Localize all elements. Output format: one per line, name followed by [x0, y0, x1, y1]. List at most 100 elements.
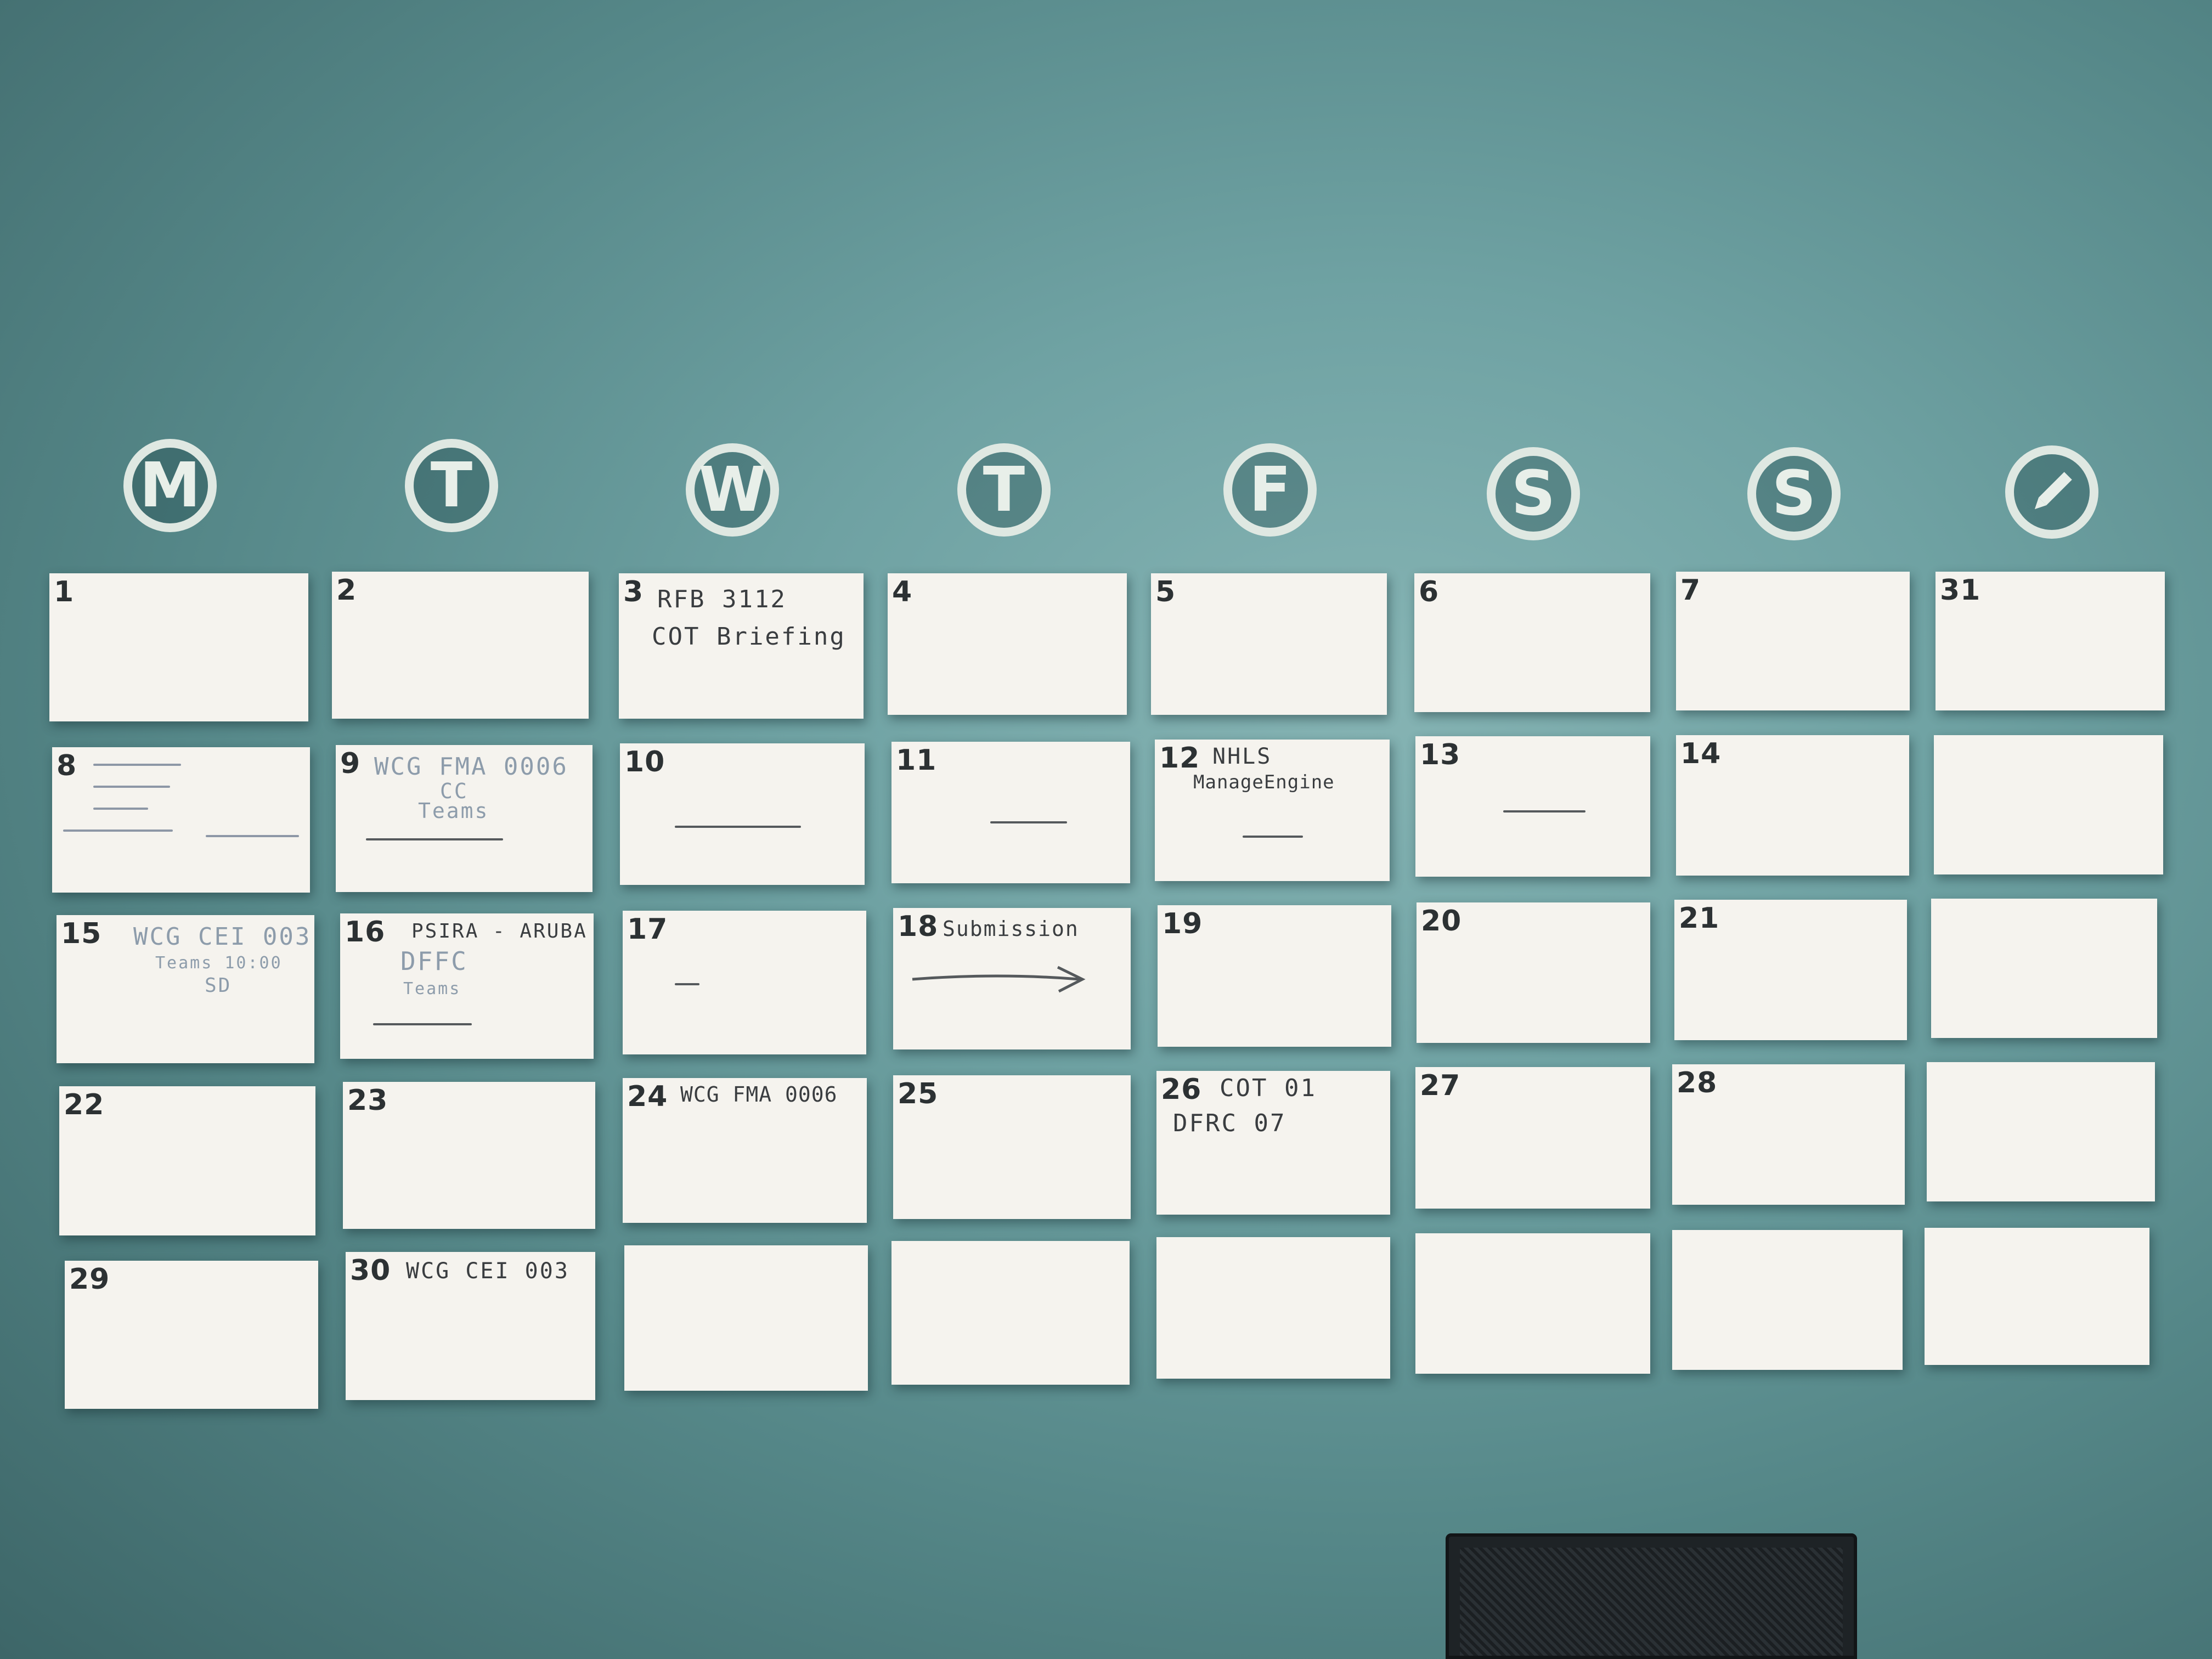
- calendar-day-29: 29: [65, 1261, 318, 1409]
- calendar-day-19: 19: [1158, 905, 1391, 1047]
- handwritten-note: Teams: [418, 799, 489, 823]
- calendar-day-8: 8: [52, 747, 310, 893]
- day-number: 8: [57, 749, 77, 782]
- day-number: 13: [1420, 738, 1461, 771]
- arrow-icon: [912, 966, 1086, 993]
- handwritten-note: WCG FMA 0006: [374, 753, 568, 781]
- handwritten-note: PSIRA - ARUBA: [411, 920, 588, 943]
- handwritten-note: DFFC: [400, 946, 468, 976]
- handwritten-note: WCG CEI 003: [133, 923, 312, 951]
- calendar-day-13: 13: [1415, 736, 1650, 877]
- handwritten-note: Teams: [403, 979, 461, 998]
- notes-card: [1927, 1062, 2155, 1201]
- calendar-day-25: 25: [893, 1075, 1131, 1219]
- calendar-day-15: 15 WCG CEI 003 Teams 10:00 SD: [57, 915, 314, 1063]
- friday-header-icon: F: [1223, 443, 1317, 537]
- calendar-day-2: 2: [332, 572, 589, 719]
- day-number: 10: [624, 746, 665, 778]
- office-chair: [1446, 1533, 1857, 1659]
- calendar-day-1: 1: [49, 573, 308, 721]
- faded-writing: [206, 835, 299, 837]
- day-number: 27: [1420, 1069, 1461, 1102]
- thursday-header-icon: T: [957, 443, 1051, 537]
- handwritten-note: Submission: [943, 917, 1079, 941]
- day-number: 31: [1940, 574, 1981, 607]
- dash-mark: [675, 826, 801, 828]
- day-number: 7: [1680, 574, 1701, 607]
- day-number: 19: [1162, 907, 1203, 940]
- day-number: 28: [1677, 1066, 1718, 1099]
- day-number: 24: [627, 1080, 668, 1113]
- day-number: 4: [892, 575, 913, 608]
- day-number: 21: [1679, 902, 1720, 935]
- day-number: 23: [347, 1084, 388, 1117]
- tuesday-header-icon: T: [405, 439, 498, 532]
- day-number: 18: [898, 910, 939, 943]
- chair-mesh: [1460, 1548, 1843, 1656]
- dash-mark: [675, 983, 699, 985]
- underline-mark: [366, 838, 503, 840]
- day-number: 26: [1161, 1073, 1202, 1106]
- calendar-day-18: 18 Submission: [893, 908, 1131, 1049]
- day-number: 29: [69, 1263, 110, 1296]
- day-number: 30: [350, 1254, 391, 1287]
- day-number: 25: [898, 1077, 939, 1110]
- handwritten-note: DFRC 07: [1173, 1109, 1286, 1137]
- wednesday-header-icon: W: [686, 443, 779, 537]
- day-number: 11: [896, 744, 937, 777]
- handwritten-note: WCG FMA 0006: [680, 1082, 838, 1107]
- calendar-day-12: 12 NHLS ManageEngine: [1155, 740, 1390, 881]
- dash-mark: [1243, 836, 1303, 838]
- calendar-blank-card: [1672, 1230, 1903, 1370]
- calendar-blank-card: [624, 1245, 868, 1391]
- notes-card: [1931, 899, 2157, 1038]
- calendar-day-7: 7: [1676, 572, 1910, 710]
- calendar-day-24: 24 WCG FMA 0006: [623, 1078, 867, 1223]
- calendar-day-16: 16 PSIRA - ARUBA DFFC Teams: [340, 913, 594, 1059]
- calendar-day-23: 23: [343, 1082, 595, 1229]
- calendar-day-3: 3 RFB 3112 COT Briefing: [619, 573, 864, 719]
- day-number: 3: [623, 575, 644, 608]
- handwritten-note: SD: [205, 974, 232, 997]
- dash-mark: [990, 821, 1067, 823]
- handwritten-note: Teams 10:00: [155, 953, 283, 973]
- calendar-blank-card: [891, 1241, 1130, 1385]
- calendar-blank-card: [1415, 1233, 1650, 1374]
- calendar-day-28: 28: [1672, 1064, 1905, 1205]
- calendar-day-22: 22: [59, 1086, 315, 1235]
- faded-writing: [63, 830, 173, 832]
- dash-mark: [1503, 810, 1585, 812]
- day-number: 16: [345, 916, 386, 949]
- day-number: 22: [64, 1088, 105, 1121]
- calendar-day-5: 5: [1151, 573, 1387, 715]
- calendar-day-27: 27: [1415, 1067, 1650, 1209]
- calendar-day-14: 14: [1676, 735, 1909, 876]
- faded-writing: [93, 808, 148, 810]
- notes-card: 31: [1936, 572, 2165, 710]
- calendar-day-26: 26 COT 01 DFRC 07: [1156, 1071, 1390, 1215]
- calendar-day-30: 30 WCG CEI 003: [346, 1252, 595, 1400]
- day-number: 1: [54, 575, 75, 608]
- day-number: 12: [1159, 742, 1200, 775]
- handwritten-note: WCG CEI 003: [406, 1259, 569, 1284]
- calendar-day-4: 4: [888, 573, 1127, 715]
- calendar-wall: M T W T F S S 1 2 3 RFB 3112 COT Briefin…: [0, 0, 2212, 1659]
- handwritten-note: NHLS: [1212, 744, 1272, 769]
- pencil-icon: [2005, 445, 2098, 539]
- day-number: 15: [61, 917, 102, 950]
- notes-card: [1925, 1228, 2149, 1365]
- sunday-header-icon: S: [1747, 447, 1841, 540]
- handwritten-note: COT 01: [1220, 1074, 1317, 1102]
- calendar-day-9: 9 WCG FMA 0006 CC Teams: [336, 745, 592, 892]
- day-number: 2: [336, 574, 357, 607]
- faded-writing: [93, 786, 170, 788]
- handwritten-note: ManageEngine: [1193, 771, 1335, 793]
- day-number: 5: [1155, 575, 1176, 608]
- calendar-day-20: 20: [1417, 902, 1650, 1043]
- day-number: 6: [1419, 575, 1440, 608]
- underline-mark: [373, 1023, 472, 1025]
- calendar-day-11: 11: [891, 742, 1130, 883]
- calendar-blank-card: [1156, 1237, 1390, 1379]
- faded-writing: [93, 764, 181, 766]
- calendar-day-17: 17: [623, 911, 866, 1054]
